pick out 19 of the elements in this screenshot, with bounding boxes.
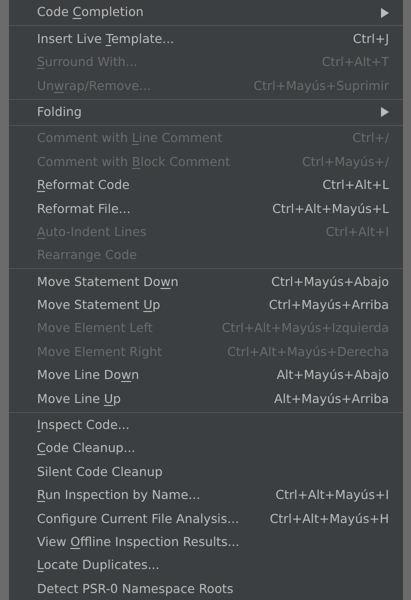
menu-item[interactable]: Move Statement Up Ctrl+Mayús+Arriba <box>9 294 403 318</box>
menu-item[interactable]: Move Line Up Alt+Mayús+Arriba <box>9 387 403 411</box>
menu-item[interactable]: Run Inspection by Name... Ctrl+Alt+Mayús+I <box>9 484 403 508</box>
menu-item[interactable]: Reformat Code Ctrl+Alt+L <box>9 174 403 198</box>
menu-item[interactable]: Move Line Down Alt+Mayús+Abajo <box>9 364 403 388</box>
menu-item[interactable]: Locate Duplicates... <box>9 554 403 578</box>
menu-item[interactable]: Code Completion <box>9 1 403 24</box>
menu-item[interactable]: Configure Current File Analysis... Ctrl+Alt+Mayús+H <box>9 507 403 531</box>
menu-item[interactable]: Code Cleanup... <box>9 437 403 460</box>
menu-item[interactable]: Detect PSR-0 Namespace Roots <box>9 577 403 600</box>
menu-item[interactable]: Silent Code Cleanup <box>9 460 403 484</box>
submenu-arrow-icon <box>380 107 389 118</box>
menu-item[interactable]: View Offline Inspection Results... <box>9 530 403 554</box>
menu-item[interactable]: Move Statement Down Ctrl+Mayús+Abajo <box>9 270 403 294</box>
menu-item[interactable]: Insert Live Template... Ctrl+J <box>9 27 403 51</box>
submenu-arrow-icon <box>380 8 389 18</box>
menu-item[interactable]: Folding <box>9 100 403 124</box>
menu-item[interactable]: Reformat File... Ctrl+Alt+Mayús+L <box>9 197 403 221</box>
menu-item[interactable]: Inspect Code... <box>9 414 403 438</box>
